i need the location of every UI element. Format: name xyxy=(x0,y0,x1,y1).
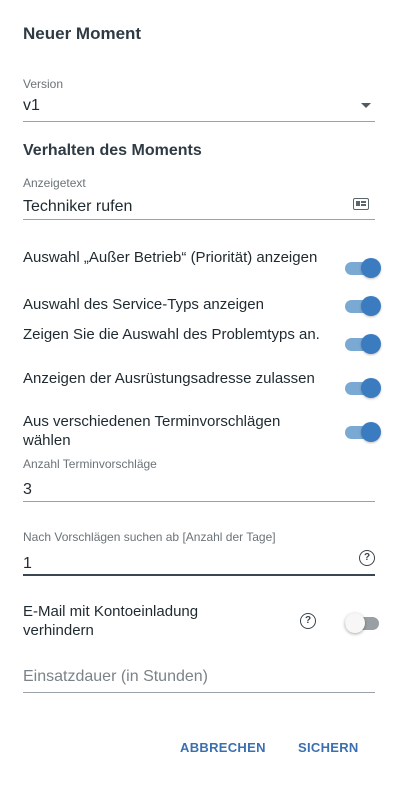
toggle-thumb xyxy=(361,334,381,354)
search-from-days-underline xyxy=(23,574,375,576)
toggle-row-prevent-email: E-Mail mit Kontoeinladung verhindern ? xyxy=(23,602,381,642)
toggle-problem-type[interactable] xyxy=(345,332,381,354)
version-value: v1 xyxy=(23,97,40,114)
duration-placeholder: Einsatzdauer (in Stunden) xyxy=(23,668,208,685)
new-moment-dialog: Neuer Moment Version v1 Verhalten des Mo… xyxy=(0,0,399,791)
toggle-thumb xyxy=(345,613,365,633)
cancel-button[interactable]: ABBRECHEN xyxy=(180,740,266,755)
toggle-row-out-of-order: Auswahl „Außer Betrieb“ (Priorität) anze… xyxy=(23,248,381,286)
display-text-underline xyxy=(23,219,375,220)
toggle-prevent-email[interactable] xyxy=(345,611,381,633)
suggestion-count-field[interactable]: Anzahl Terminvorschläge 3 xyxy=(23,457,375,503)
toggle-label-prevent-email: E-Mail mit Kontoeinladung verhindern xyxy=(23,603,199,639)
save-button[interactable]: SICHERN xyxy=(298,740,359,755)
search-from-days-field[interactable]: Nach Vorschlägen suchen ab [Anzahl der T… xyxy=(23,530,375,578)
toggle-service-type[interactable] xyxy=(345,294,381,316)
toggle-thumb xyxy=(361,378,381,398)
behavior-section-title: Verhalten des Moments xyxy=(23,142,202,159)
toggle-label-out-of-order: Auswahl „Außer Betrieb“ (Priorität) anze… xyxy=(23,249,318,266)
suggestion-count-label: Anzahl Terminvorschläge xyxy=(23,457,157,471)
toggle-row-equipment-address: Anzeigen der Ausrüstungsadresse zulassen xyxy=(23,369,381,407)
dialog-title: Neuer Moment xyxy=(23,24,142,43)
toggle-row-appointment-suggestions: Aus verschiedenen Terminvorschlägen wähl… xyxy=(23,412,381,450)
toggle-label-problem-type: Zeigen Sie die Auswahl des Problemtyps a… xyxy=(23,326,320,343)
toggle-label-service-type: Auswahl des Service-Typs anzeigen xyxy=(23,296,264,313)
toggle-appointment-suggestions[interactable] xyxy=(345,420,381,442)
suggestion-count-underline xyxy=(23,501,375,502)
display-text-field[interactable]: Anzeigetext Techniker rufen xyxy=(23,176,375,222)
dropdown-arrow-icon xyxy=(361,103,371,108)
duration-underline xyxy=(23,692,375,693)
search-from-days-label: Nach Vorschlägen suchen ab [Anzahl der T… xyxy=(23,530,276,544)
display-text-label: Anzeigetext xyxy=(23,176,86,190)
duration-field[interactable]: Einsatzdauer (in Stunden) xyxy=(23,667,375,695)
toggle-row-service-type: Auswahl des Service-Typs anzeigen xyxy=(23,294,381,316)
toggle-thumb xyxy=(361,258,381,278)
version-label: Version xyxy=(23,77,64,91)
suggestion-count-value: 3 xyxy=(23,481,32,498)
display-text-value: Techniker rufen xyxy=(23,198,133,215)
help-icon[interactable]: ? xyxy=(300,613,316,629)
version-select[interactable]: Version v1 xyxy=(23,77,375,123)
help-icon[interactable]: ? xyxy=(359,550,375,566)
toggle-label-equipment-address: Anzeigen der Ausrüstungsadresse zulassen xyxy=(23,370,315,387)
toggle-thumb xyxy=(361,422,381,442)
toggle-out-of-order[interactable] xyxy=(345,256,381,278)
toggle-label-appointment-suggestions: Aus verschiedenen Terminvorschlägen wähl… xyxy=(23,413,281,449)
contact-card-icon[interactable] xyxy=(353,198,369,210)
search-from-days-value: 1 xyxy=(23,555,32,572)
toggle-equipment-address[interactable] xyxy=(345,376,381,398)
toggle-thumb xyxy=(361,296,381,316)
toggle-row-problem-type: Zeigen Sie die Auswahl des Problemtyps a… xyxy=(23,325,381,363)
version-underline xyxy=(23,121,375,122)
